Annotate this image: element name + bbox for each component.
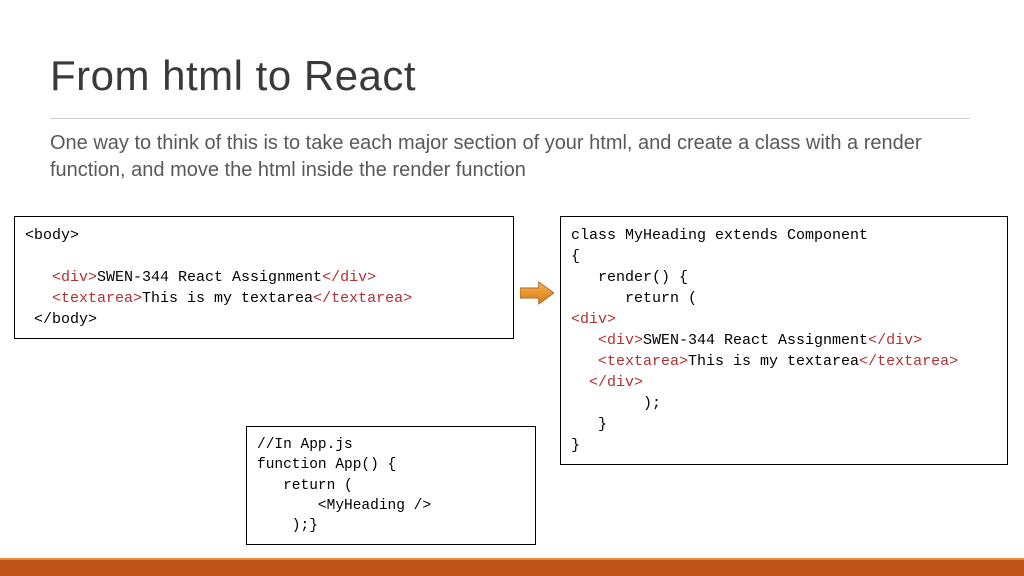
- react-class-code-box: class MyHeading extends Component { rend…: [560, 216, 1008, 465]
- arrow-right-icon: [520, 278, 554, 308]
- code-text: }: [571, 416, 607, 433]
- code-tag: </div>: [322, 269, 376, 286]
- code-text: SWEN-344 React Assignment: [643, 332, 868, 349]
- code-tag: </textarea>: [859, 353, 958, 370]
- code-tag: </div>: [571, 374, 643, 391]
- code-text: return (: [571, 290, 697, 307]
- code-tag: <div>: [571, 332, 643, 349]
- code-text: //In App.js: [257, 437, 353, 453]
- code-tag: <textarea>: [25, 290, 142, 307]
- code-text: }: [571, 437, 580, 454]
- code-text: render() {: [571, 269, 688, 286]
- code-tag: <div>: [571, 311, 616, 328]
- code-tag: <textarea>: [571, 353, 688, 370]
- code-text: This is my textarea: [142, 290, 313, 307]
- subtitle-text: One way to think of this is to take each…: [50, 130, 950, 184]
- code-text: return (: [257, 478, 353, 494]
- code-text: <MyHeading />: [257, 498, 431, 514]
- code-text: This is my textarea: [688, 353, 859, 370]
- code-tag: </div>: [868, 332, 922, 349]
- code-text: );}: [257, 518, 318, 534]
- code-text: function App() {: [257, 457, 396, 473]
- code-text: </body>: [25, 311, 97, 328]
- code-text: <body>: [25, 227, 79, 244]
- code-text: class MyHeading extends Component: [571, 227, 868, 244]
- code-text: );: [571, 395, 661, 412]
- code-text: {: [571, 248, 580, 265]
- code-tag: </textarea>: [313, 290, 412, 307]
- html-code-box: <body> <div>SWEN-344 React Assignment</d…: [14, 216, 514, 339]
- footer-bar: [0, 560, 1024, 576]
- code-text: SWEN-344 React Assignment: [97, 269, 322, 286]
- code-tag: <div>: [25, 269, 97, 286]
- app-js-code-box: //In App.js function App() { return ( <M…: [246, 426, 536, 545]
- title-divider: [50, 118, 970, 119]
- page-title: From html to React: [50, 52, 416, 100]
